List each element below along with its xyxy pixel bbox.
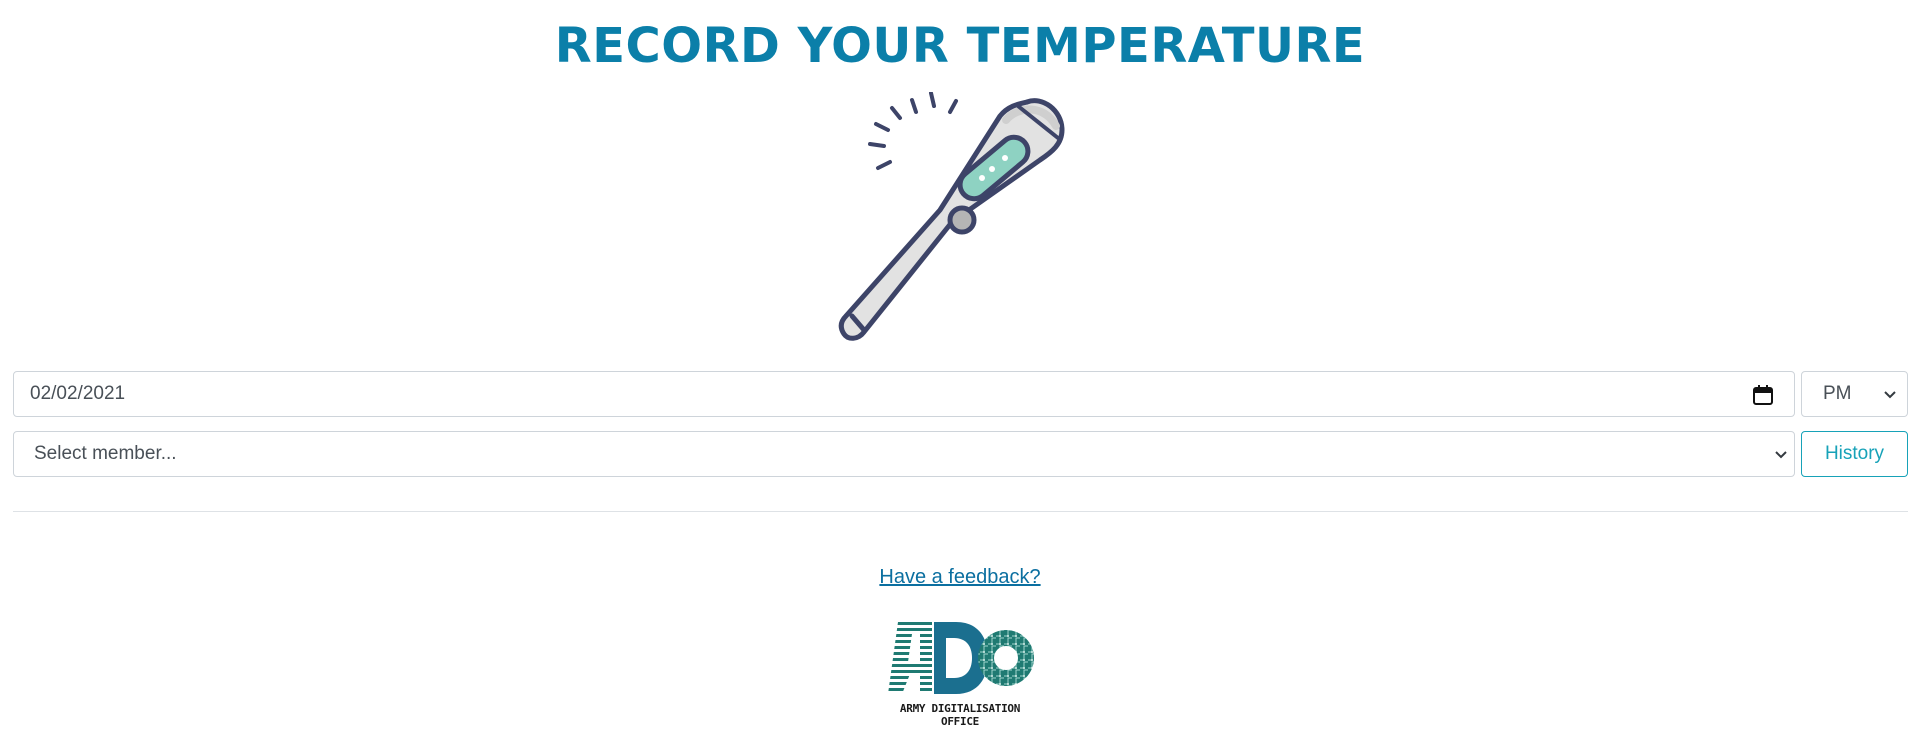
ado-logo-mark xyxy=(888,622,1034,694)
page: RECORD YOUR TEMPERATURE 02/02/2021 PM Se… xyxy=(0,0,1920,731)
chevron-down-icon xyxy=(1884,391,1896,399)
date-period-row: 02/02/2021 PM xyxy=(13,371,1908,417)
date-value: 02/02/2021 xyxy=(30,383,126,404)
logo-caption: ARMY DIGITALISATION OFFICE xyxy=(899,702,1021,728)
member-select[interactable]: Select member... xyxy=(13,431,1795,477)
thermometer-icon xyxy=(838,92,1065,341)
feedback-container: Have a feedback? xyxy=(0,565,1920,589)
divider xyxy=(13,511,1908,512)
date-input[interactable]: 02/02/2021 xyxy=(13,371,1795,417)
history-button[interactable]: History xyxy=(1801,431,1908,477)
calendar-icon[interactable] xyxy=(1752,384,1774,406)
member-history-row: Select member... History xyxy=(13,431,1908,477)
feedback-link[interactable]: Have a feedback? xyxy=(879,566,1040,588)
ado-logo: ARMY DIGITALISATION OFFICE xyxy=(884,616,1036,728)
period-value: PM xyxy=(1823,383,1852,404)
chevron-down-icon xyxy=(1775,451,1787,459)
member-placeholder: Select member... xyxy=(34,443,177,464)
period-select[interactable]: PM xyxy=(1801,371,1908,417)
page-title: RECORD YOUR TEMPERATURE xyxy=(554,18,1366,74)
